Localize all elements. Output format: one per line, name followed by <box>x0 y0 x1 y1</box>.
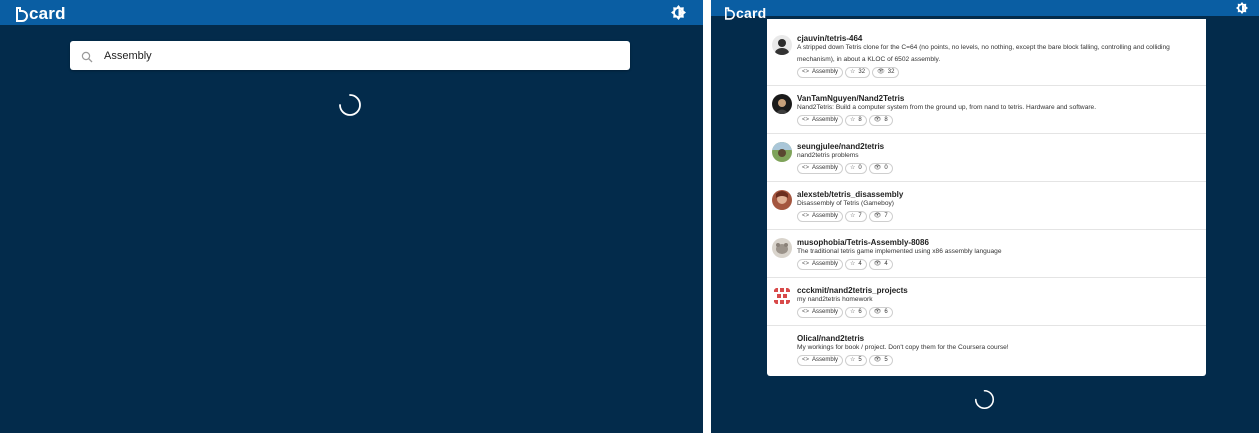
repo-badges: <> Assembly ☆ 7 👁 7 <box>797 211 893 222</box>
avatar <box>772 35 792 55</box>
result-item[interactable]: alexsteb/tetris_disassembly Disassembly … <box>767 182 1206 230</box>
star-icon: ☆ <box>850 261 856 267</box>
repo-description: my nand2tetris homework <box>797 296 873 303</box>
eye-icon: 👁 <box>877 69 885 75</box>
watchers-badge: 👁 32 <box>872 67 900 78</box>
watchers-badge: 👁 0 <box>868 163 893 174</box>
stars-badge: ☆ 0 <box>845 163 867 174</box>
spinner-icon <box>974 389 995 410</box>
code-icon: <> <box>802 117 810 123</box>
avatar <box>772 142 792 162</box>
avatar <box>772 238 792 258</box>
eye-icon: 👁 <box>873 309 882 315</box>
search-icon <box>81 50 93 63</box>
language-badge: <> Assembly <box>797 307 844 318</box>
result-item[interactable]: cjauvin/tetris-464 A stripped down Tetri… <box>767 19 1206 86</box>
code-icon: <> <box>802 357 810 363</box>
top-bar: card <box>711 0 1259 20</box>
stars-badge: ☆ 7 <box>845 211 867 222</box>
logo-text: card <box>736 5 767 21</box>
repo-badges: <> Assembly ☆ 4 👁 4 <box>797 259 893 270</box>
watchers-badge: 👁 7 <box>868 211 893 222</box>
star-icon: ☆ <box>850 69 856 75</box>
repo-description: The traditional tetris game implemented … <box>797 248 1002 255</box>
repo-badges: <> Assembly ☆ 5 👁 5 <box>797 355 893 366</box>
stars-badge: ☆ 5 <box>845 355 867 366</box>
repo-badges: <> Assembly ☆ 0 👁 0 <box>797 163 893 174</box>
search-box[interactable] <box>70 41 630 70</box>
avatar <box>772 286 792 306</box>
eye-icon: 👁 <box>873 213 882 219</box>
top-bar: card <box>0 0 703 25</box>
app-logo[interactable]: card <box>725 1 766 20</box>
theme-toggle-icon[interactable] <box>1236 1 1248 14</box>
language-badge: <> Assembly <box>797 163 844 174</box>
star-icon: ☆ <box>850 309 856 315</box>
language-badge: <> Assembly <box>797 67 844 78</box>
result-item[interactable]: seungjulee/nand2tetris nand2tetris probl… <box>767 134 1206 182</box>
repo-description: A stripped down Tetris clone for the C=6… <box>797 44 1170 63</box>
eye-icon: 👁 <box>873 261 882 267</box>
search-input[interactable] <box>104 46 604 65</box>
repo-badges: <> Assembly ☆ 8 👁 8 <box>797 115 893 126</box>
repo-badges: <> Assembly ☆ 32 👁 32 <box>797 67 900 78</box>
stars-badge: ☆ 6 <box>845 307 867 318</box>
star-icon: ☆ <box>850 213 856 219</box>
language-badge: <> Assembly <box>797 211 844 222</box>
left-screen: card <box>0 0 703 433</box>
repo-description: Disassembly of Tetris (Gameboy) <box>797 200 894 207</box>
result-item[interactable]: musophobia/Tetris-Assembly-8086 The trad… <box>767 230 1206 278</box>
code-icon: <> <box>802 213 810 219</box>
result-item[interactable]: VanTamNguyen/Nand2Tetris Nand2Tetris: Bu… <box>767 86 1206 134</box>
repo-description: My workings for book / project. Don't co… <box>797 344 1009 351</box>
app-logo[interactable]: card <box>16 3 66 22</box>
star-icon: ☆ <box>850 117 856 123</box>
avatar <box>772 94 792 114</box>
stars-badge: ☆ 4 <box>845 259 867 270</box>
right-screen: card cjauvin/tetris-464 A stripped down … <box>711 0 1259 433</box>
logo-icon <box>16 7 28 22</box>
code-icon: <> <box>802 69 810 75</box>
star-icon: ☆ <box>850 165 856 171</box>
star-icon: ☆ <box>850 357 856 363</box>
avatar <box>772 190 792 210</box>
stars-badge: ☆ 32 <box>845 67 871 78</box>
result-item[interactable]: ccckmit/nand2tetris_projects my nand2tet… <box>767 278 1206 326</box>
code-icon: <> <box>802 309 810 315</box>
logo-text: card <box>29 4 66 23</box>
result-item[interactable]: Olical/nand2tetris My workings for book … <box>767 326 1206 376</box>
theme-toggle-icon[interactable] <box>671 5 686 20</box>
watchers-badge: 👁 8 <box>868 115 893 126</box>
logo-icon <box>725 7 735 20</box>
language-badge: <> Assembly <box>797 355 844 366</box>
watchers-badge: 👁 6 <box>868 307 893 318</box>
eye-icon: 👁 <box>873 357 882 363</box>
stars-badge: ☆ 8 <box>845 115 867 126</box>
repo-description: nand2tetris problems <box>797 152 859 159</box>
eye-icon: 👁 <box>873 117 882 123</box>
watchers-badge: 👁 5 <box>868 355 893 366</box>
language-badge: <> Assembly <box>797 259 844 270</box>
spinner-icon <box>338 93 362 117</box>
code-icon: <> <box>802 165 810 171</box>
watchers-badge: 👁 4 <box>868 259 893 270</box>
repo-badges: <> Assembly ☆ 6 👁 6 <box>797 307 893 318</box>
code-icon: <> <box>802 261 810 267</box>
repo-description: Nand2Tetris: Build a computer system fro… <box>797 104 1097 111</box>
language-badge: <> Assembly <box>797 115 844 126</box>
results-list: cjauvin/tetris-464 A stripped down Tetri… <box>767 19 1206 376</box>
eye-icon: 👁 <box>873 165 882 171</box>
